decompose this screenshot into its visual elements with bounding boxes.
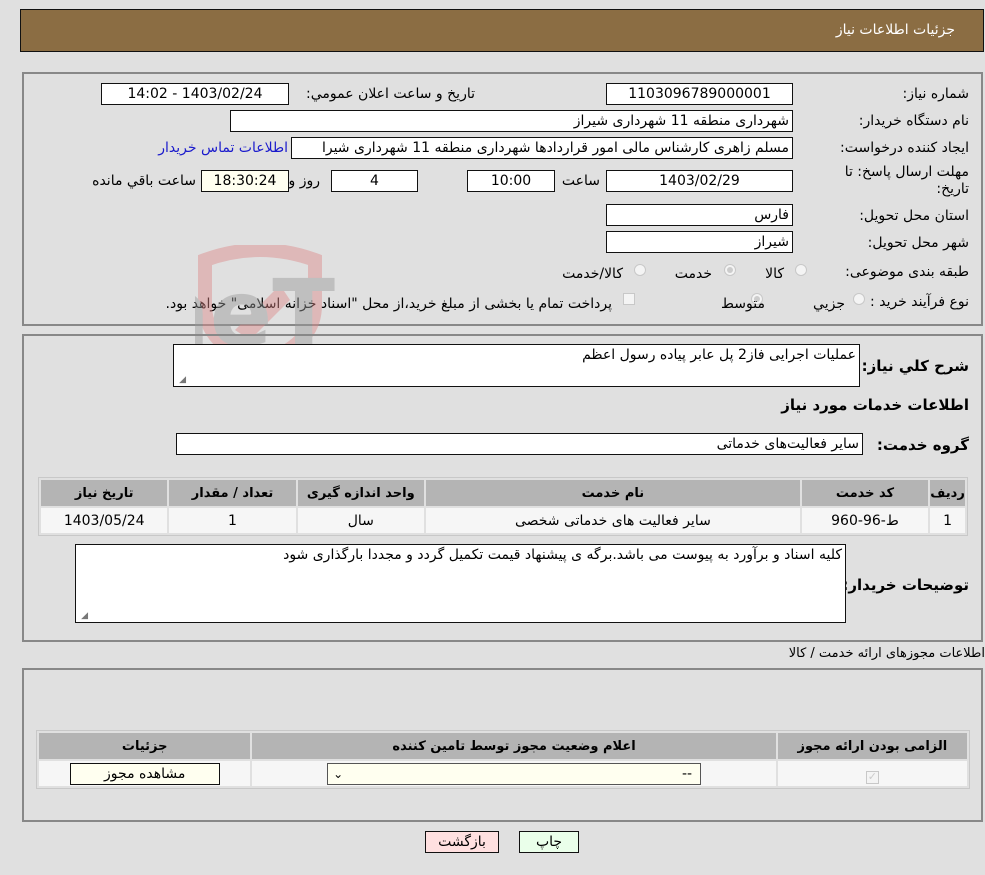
back-button[interactable]: بازگشت [425, 831, 499, 853]
resize-grip-icon[interactable]: ◢ [78, 611, 88, 621]
province-label: استان محل تحویل: [859, 208, 969, 224]
days-label: روز و [288, 173, 321, 189]
services-table-header: رديف کد خدمت نام خدمت واحد اندازه گیری ت… [41, 480, 965, 506]
cell-service-code: ط-96-960 [801, 508, 929, 533]
category-radio-service[interactable] [724, 264, 736, 276]
services-heading: اطلاعات خدمات مورد نياز [781, 396, 969, 414]
treasury-note: پرداخت تمام یا بخشی از مبلغ خرید،از محل … [165, 296, 612, 312]
process-radio-minor[interactable] [853, 293, 865, 305]
page-title: جزئيات اطلاعات نياز [835, 22, 955, 38]
col-quantity: تعداد / مقدار [169, 480, 296, 506]
process-medium-label: متوسط [721, 296, 765, 312]
creator-field[interactable]: مسلم زاهری کارشناس مالی امور قراردادها ش… [291, 137, 793, 159]
service-group-field[interactable]: سایر فعالیت‌های خدماتی [176, 433, 863, 455]
buyer-org-label: نام دستگاه خریدار: [858, 113, 969, 129]
view-permit-button[interactable]: مشاهده مجوز [69, 762, 220, 785]
cell-unit: سال [297, 508, 424, 533]
city-field[interactable]: شیراز [606, 231, 793, 253]
permits-table-header: الزامی بودن ارائه مجوز اعلام وضعیت مجوز … [39, 733, 967, 759]
permit-required-checkbox: ✓ [865, 769, 879, 784]
permit-status-value: -- [681, 765, 693, 782]
print-button[interactable]: چاپ [519, 831, 579, 853]
process-minor-label: جزيي [813, 296, 845, 312]
need-number-label: شماره نیاز: [902, 86, 970, 102]
buyer-contact-link[interactable]: اطلاعات تماس خریدار [158, 140, 288, 156]
city-label: شهر محل تحویل: [867, 235, 969, 251]
need-number-field[interactable]: 1103096789000001 [606, 83, 793, 105]
category-label: طبقه بندی موضوعی: [845, 264, 969, 280]
services-table: رديف کد خدمت نام خدمت واحد اندازه گیری ت… [38, 477, 968, 536]
col-row: رديف [930, 480, 965, 506]
buyer-notes-label: توضیحات خریدار: [842, 576, 969, 594]
buyer-notes-text: کلیه اسناد و برآورد به پیوست می باشد.برگ… [283, 547, 842, 563]
service-group-label: گروه خدمت: [876, 436, 969, 454]
col-need-date: تاریخ نياز [41, 480, 168, 506]
cell-quantity: 1 [169, 508, 296, 533]
col-permit-status: اعلام وضعیت مجوز توسط تامین کننده [252, 733, 776, 759]
category-goods-label: کالا [765, 266, 784, 282]
permits-table: الزامی بودن ارائه مجوز اعلام وضعیت مجوز … [36, 730, 970, 789]
category-goods-service-label: کالا/خدمت [562, 266, 623, 282]
process-label: نوع فرآیند خرید : [870, 294, 969, 310]
deadline-time-label: ساعت [561, 173, 600, 189]
deadline-date-field[interactable]: 1403/02/29 [606, 170, 793, 192]
category-service-label: خدمت [674, 266, 712, 282]
remaining-time-field: 18:30:24 [201, 170, 289, 192]
page-header: جزئيات اطلاعات نياز [20, 9, 984, 52]
cell-row: 1 [930, 508, 965, 533]
province-field[interactable]: فارس [606, 204, 793, 226]
summary-label: شرح كلي نياز: [861, 357, 969, 375]
announce-label: تاریخ و ساعت اعلان عمومي: [306, 86, 475, 102]
cell-permit-required: ✓ [777, 761, 967, 786]
cell-permit-status: -- ⌄ [252, 761, 776, 786]
cell-permit-details: مشاهده مجوز [39, 761, 251, 786]
resize-grip-icon[interactable]: ◢ [176, 375, 186, 385]
announce-field[interactable]: 1403/02/24 - 14:02 [101, 83, 289, 105]
remaining-label: ساعت باقي مانده [92, 173, 196, 189]
deadline-label: مهلت ارسال پاسخ: تا تاریخ: [844, 164, 969, 197]
summary-text: عملیات اجرایی فاز2 پل عابر پیاده رسول اع… [582, 347, 856, 363]
buyer-notes-textarea[interactable]: کلیه اسناد و برآورد به پیوست می باشد.برگ… [75, 544, 846, 623]
deadline-time-field[interactable]: 10:00 [467, 170, 555, 192]
permit-status-select[interactable]: -- ⌄ [327, 762, 702, 785]
days-field[interactable]: 4 [331, 170, 418, 192]
treasury-checkbox[interactable] [623, 293, 635, 305]
col-permit-details: جزئیات [39, 733, 251, 759]
cell-service-name: سایر فعالیت های خدماتی شخصی [425, 508, 800, 533]
permits-heading: اطلاعات مجوزهای ارائه خدمت / کالا [788, 646, 985, 661]
col-permit-required: الزامی بودن ارائه مجوز [777, 733, 967, 759]
creator-label: ایجاد کننده درخواست: [840, 140, 969, 156]
col-service-code: کد خدمت [801, 480, 929, 506]
summary-textarea[interactable]: عملیات اجرایی فاز2 پل عابر پیاده رسول اع… [173, 344, 860, 387]
cell-need-date: 1403/05/24 [41, 508, 168, 533]
col-service-name: نام خدمت [425, 480, 800, 506]
table-row: 1 ط-96-960 سایر فعالیت های خدماتی شخصی س… [41, 508, 965, 533]
col-unit: واحد اندازه گیری [297, 480, 424, 506]
category-radio-goods-service[interactable] [634, 264, 646, 276]
table-row: ✓ -- ⌄ مشاهده مجوز [39, 761, 967, 786]
category-radio-goods[interactable] [795, 264, 807, 276]
chevron-down-icon: ⌄ [333, 766, 344, 781]
buyer-org-field[interactable]: شهرداری منطقه 11 شهرداری شیراز [230, 110, 793, 132]
